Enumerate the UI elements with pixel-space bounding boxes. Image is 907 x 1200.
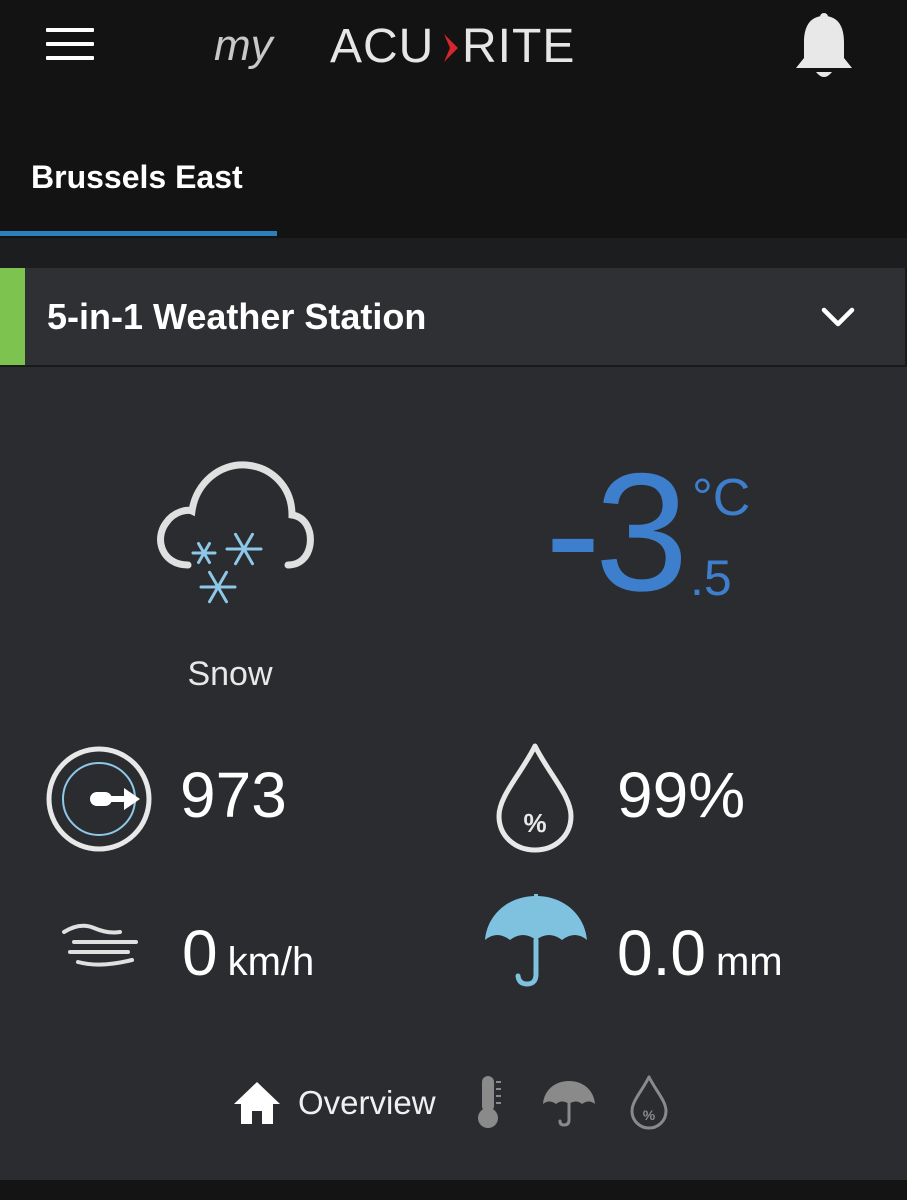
svg-text:my: my <box>214 21 276 70</box>
thermometer-icon[interactable] <box>474 1074 502 1130</box>
tab-label: Brussels East <box>31 159 243 195</box>
station-status-accent <box>0 268 25 365</box>
wind-value: 0 <box>182 917 218 989</box>
wind-unit: km/h <box>227 940 315 984</box>
pressure-value: 973 <box>180 759 287 831</box>
hamburger-icon[interactable] <box>46 28 96 62</box>
active-tab-indicator <box>0 231 277 236</box>
station-selector[interactable]: 5-in-1 Weather Station <box>0 268 907 367</box>
umbrella-icon[interactable] <box>542 1078 596 1128</box>
humidity-value: 99% <box>617 759 746 831</box>
station-name: 5-in-1 Weather Station <box>47 296 427 337</box>
chevron-down-icon[interactable] <box>820 302 856 332</box>
nav-overview-label[interactable]: Overview <box>298 1084 436 1122</box>
svg-text:%: % <box>523 808 546 838</box>
svg-text:%: % <box>643 1107 656 1123</box>
wind-icon <box>62 923 138 967</box>
bell-icon[interactable] <box>792 10 856 84</box>
rain-unit: mm <box>715 940 783 984</box>
wind-reading: 0 km/h <box>182 918 314 997</box>
barometer-icon <box>46 746 152 852</box>
bottom-edge <box>0 1180 907 1200</box>
temperature-unit: °C <box>692 469 751 527</box>
condition-label: Snow <box>187 655 273 693</box>
umbrella-icon <box>485 894 587 987</box>
divider <box>0 238 907 268</box>
home-icon[interactable] <box>232 1080 282 1126</box>
acurite-logo: my ACU RITE <box>214 20 575 72</box>
snow-cloud-icon <box>157 461 314 604</box>
location-tabs: Brussels East <box>0 112 907 238</box>
svg-text:ACU: ACU <box>330 20 434 72</box>
temperature-decimal: .5 <box>690 550 732 606</box>
temperature-integer: -3 <box>545 438 688 626</box>
humidity-drop-icon: % <box>496 743 574 853</box>
bottom-navigation <box>0 1070 907 1150</box>
tab-brussels-east[interactable]: Brussels East <box>0 112 277 238</box>
svg-text:RITE: RITE <box>462 20 575 72</box>
rain-reading: 0.0 mm <box>617 918 783 997</box>
rain-value: 0.0 <box>617 917 706 989</box>
humidity-drop-icon[interactable]: % <box>628 1074 670 1130</box>
